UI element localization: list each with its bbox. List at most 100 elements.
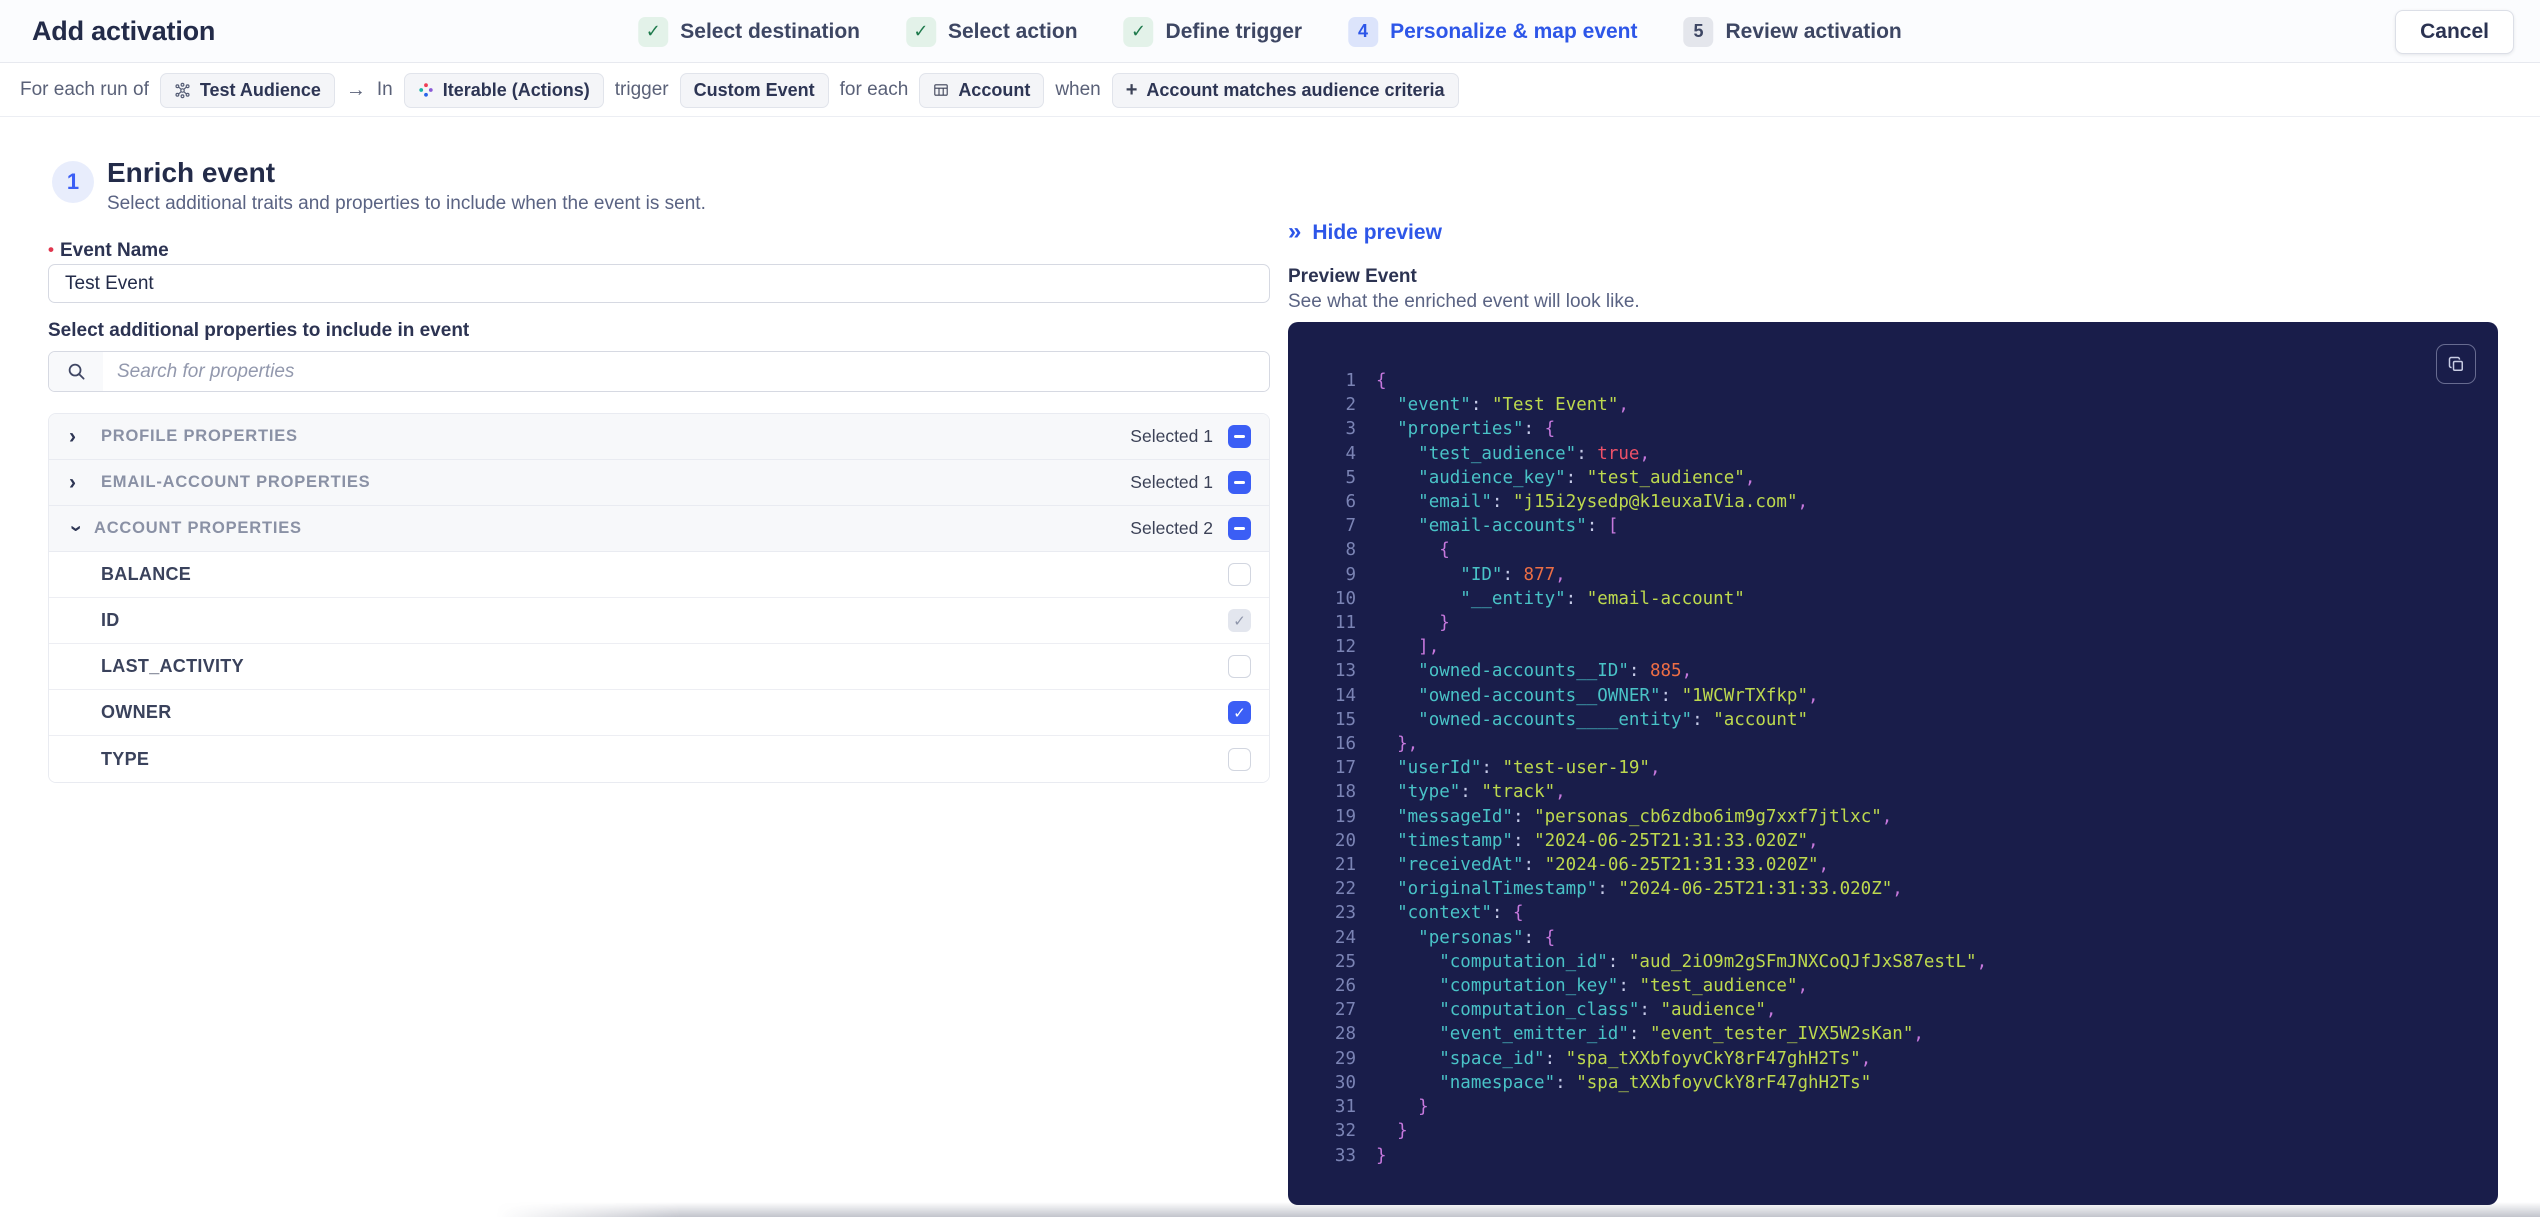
- group-profile-properties[interactable]: › PROFILE PROPERTIES Selected 1: [49, 414, 1269, 460]
- code-text: },: [1397, 734, 1419, 755]
- code-line: 4 "test_audience": true,: [1314, 442, 2480, 466]
- code-text: "personas": {: [1418, 927, 1556, 948]
- code-text: "properties": {: [1397, 419, 1556, 440]
- code-text: }: [1418, 1097, 1429, 1118]
- event-name-label: • Event Name: [48, 240, 169, 262]
- property-row-type[interactable]: TYPE: [49, 736, 1269, 782]
- code-line: 20 "timestamp": "2024-06-25T21:31:33.020…: [1314, 829, 2480, 853]
- line-number: 19: [1334, 806, 1356, 827]
- chip-test-audience[interactable]: Test Audience: [159, 72, 335, 108]
- line-number: 22: [1334, 879, 1356, 900]
- code-line: 6 "email": "j15i2ysedp@k1euxaIVia.com",: [1314, 490, 2480, 514]
- line-number: 9: [1345, 564, 1356, 585]
- trigger-text: for each: [839, 79, 909, 100]
- chip-iterable-actions[interactable]: Iterable (Actions): [403, 72, 604, 108]
- property-row-last-activity[interactable]: LAST_ACTIVITY: [49, 644, 1269, 690]
- code-line: 30 "namespace": "spa_tXXbfoyvCkY8rF47ghH…: [1314, 1071, 2480, 1095]
- group-email-account-properties[interactable]: › EMAIL-ACCOUNT PROPERTIES Selected 1: [49, 460, 1269, 506]
- check-icon: ✓: [905, 16, 936, 47]
- line-number: 17: [1334, 758, 1356, 779]
- code-line: 13 "owned-accounts__ID": 885,: [1314, 659, 2480, 683]
- section-title: Enrich event: [107, 157, 276, 188]
- step-label: Review activation: [1725, 19, 1902, 43]
- hide-preview-link[interactable]: » Hide preview: [1288, 218, 1442, 245]
- step-select-action[interactable]: ✓ Select action: [905, 16, 1078, 47]
- property-checkbox-unchecked[interactable]: [1228, 747, 1251, 771]
- code-text: "test_audience": true,: [1418, 443, 1650, 464]
- code-text: "owned-accounts__OWNER": "1WCWrTXfkp",: [1418, 685, 1819, 706]
- code-line: 33}: [1314, 1144, 2480, 1168]
- line-number: 18: [1334, 782, 1356, 803]
- check-icon: ✓: [1123, 16, 1154, 47]
- property-row-id[interactable]: ID ✓: [49, 598, 1269, 644]
- double-chevron-icon: »: [1288, 218, 1302, 245]
- line-number: 6: [1345, 492, 1356, 513]
- page-title: Add activation: [32, 16, 216, 46]
- code-text: "owned-accounts__ID": 885,: [1418, 661, 1693, 682]
- chevron-right-icon: ›: [69, 471, 76, 494]
- code-line: 32 }: [1314, 1119, 2480, 1143]
- code-line: 9 "ID": 877,: [1314, 563, 2480, 587]
- stepper: ✓ Select destination ✓ Select action ✓ Define…: [638, 0, 1902, 63]
- code-line: 23 "context": {: [1314, 901, 2480, 925]
- event-name-input[interactable]: [48, 264, 1270, 303]
- line-number: 12: [1334, 637, 1356, 658]
- chip-label: Iterable (Actions): [442, 79, 590, 100]
- chevron-down-icon: ›: [65, 525, 88, 532]
- code-text: {: [1376, 371, 1387, 391]
- group-account-properties[interactable]: › ACCOUNT PROPERTIES Selected 2: [49, 506, 1269, 552]
- code-line: 2 "event": "Test Event",: [1314, 393, 2480, 417]
- line-number: 31: [1334, 1097, 1356, 1118]
- chip-account-matches-audience-criteria[interactable]: + Account matches audience criteria: [1111, 72, 1459, 108]
- trigger-summary-bar: For each run of Test Audience → In Iterable …: [0, 64, 2540, 117]
- chip-custom-event[interactable]: Custom Event: [679, 72, 829, 108]
- code-line: 18 "type": "track",: [1314, 780, 2480, 804]
- code-line: 11 }: [1314, 611, 2480, 635]
- code-text: {: [1439, 540, 1450, 561]
- code-text: "email-accounts": [: [1418, 516, 1619, 537]
- code-line: 22 "originalTimestamp": "2024-06-25T21:3…: [1314, 877, 2480, 901]
- line-number: 29: [1334, 1048, 1356, 1069]
- code-text: "type": "track",: [1397, 782, 1566, 803]
- properties-section-label: Select additional properties to include …: [48, 320, 470, 341]
- code-text: "computation_key": "test_audience",: [1439, 976, 1809, 997]
- property-checkbox-unchecked[interactable]: [1228, 655, 1251, 678]
- step-personalize-map-event[interactable]: 4 Personalize & map event: [1348, 16, 1638, 47]
- code-text: "event": "Test Event",: [1397, 395, 1629, 416]
- section-subtitle: Select additional traits and properties …: [107, 193, 706, 214]
- group-checkbox-indeterminate[interactable]: [1228, 517, 1251, 540]
- selected-count: Selected 2: [1130, 518, 1213, 538]
- property-row-balance[interactable]: BALANCE: [49, 552, 1269, 598]
- line-number: 23: [1334, 903, 1356, 924]
- code-text: "context": {: [1397, 903, 1524, 924]
- line-number: 33: [1334, 1145, 1356, 1166]
- code-line: 5 "audience_key": "test_audience",: [1314, 466, 2480, 490]
- line-number: 16: [1334, 734, 1356, 755]
- step-select-destination[interactable]: ✓ Select destination: [638, 16, 860, 47]
- property-checkbox-checked[interactable]: ✓: [1228, 701, 1251, 724]
- search-input[interactable]: [103, 352, 1269, 391]
- property-row-owner[interactable]: OWNER ✓: [49, 690, 1269, 736]
- group-checkbox-indeterminate[interactable]: [1228, 471, 1251, 494]
- property-checkbox-unchecked[interactable]: [1228, 563, 1251, 586]
- code-line: 29 "space_id": "spa_tXXbfoyvCkY8rF47ghH2…: [1314, 1047, 2480, 1071]
- search-icon: [49, 352, 103, 391]
- line-number: 32: [1334, 1121, 1356, 1142]
- code-text: "computation_id": "aud_2iO9m2gSFmJNXCoQJ…: [1439, 951, 1988, 972]
- trigger-text: when: [1055, 79, 1101, 100]
- code-line: 10 "__entity": "email-account": [1314, 587, 2480, 611]
- event-name-label-text: Event Name: [59, 240, 169, 261]
- step-define-trigger[interactable]: ✓ Define trigger: [1123, 16, 1302, 47]
- properties-list: › PROFILE PROPERTIES Selected 1 › EMAIL-ACCO…: [48, 413, 1270, 783]
- property-checkbox-checked-disabled[interactable]: ✓: [1228, 609, 1251, 632]
- cancel-button[interactable]: Cancel: [2395, 10, 2514, 54]
- group-checkbox-indeterminate[interactable]: [1228, 425, 1251, 448]
- step-review-activation[interactable]: 5 Review activation: [1683, 16, 1902, 47]
- property-label: TYPE: [101, 748, 150, 769]
- code-text: "event_emitter_id": "event_tester_IVX5W2…: [1439, 1024, 1924, 1045]
- code-line: 26 "computation_key": "test_audience",: [1314, 974, 2480, 998]
- code-content: 1{2 "event": "Test Event", 3 "properties"…: [1314, 369, 2480, 1187]
- trigger-text: trigger: [614, 79, 669, 100]
- line-number: 2: [1345, 395, 1356, 416]
- chip-account[interactable]: Account: [919, 72, 1045, 108]
